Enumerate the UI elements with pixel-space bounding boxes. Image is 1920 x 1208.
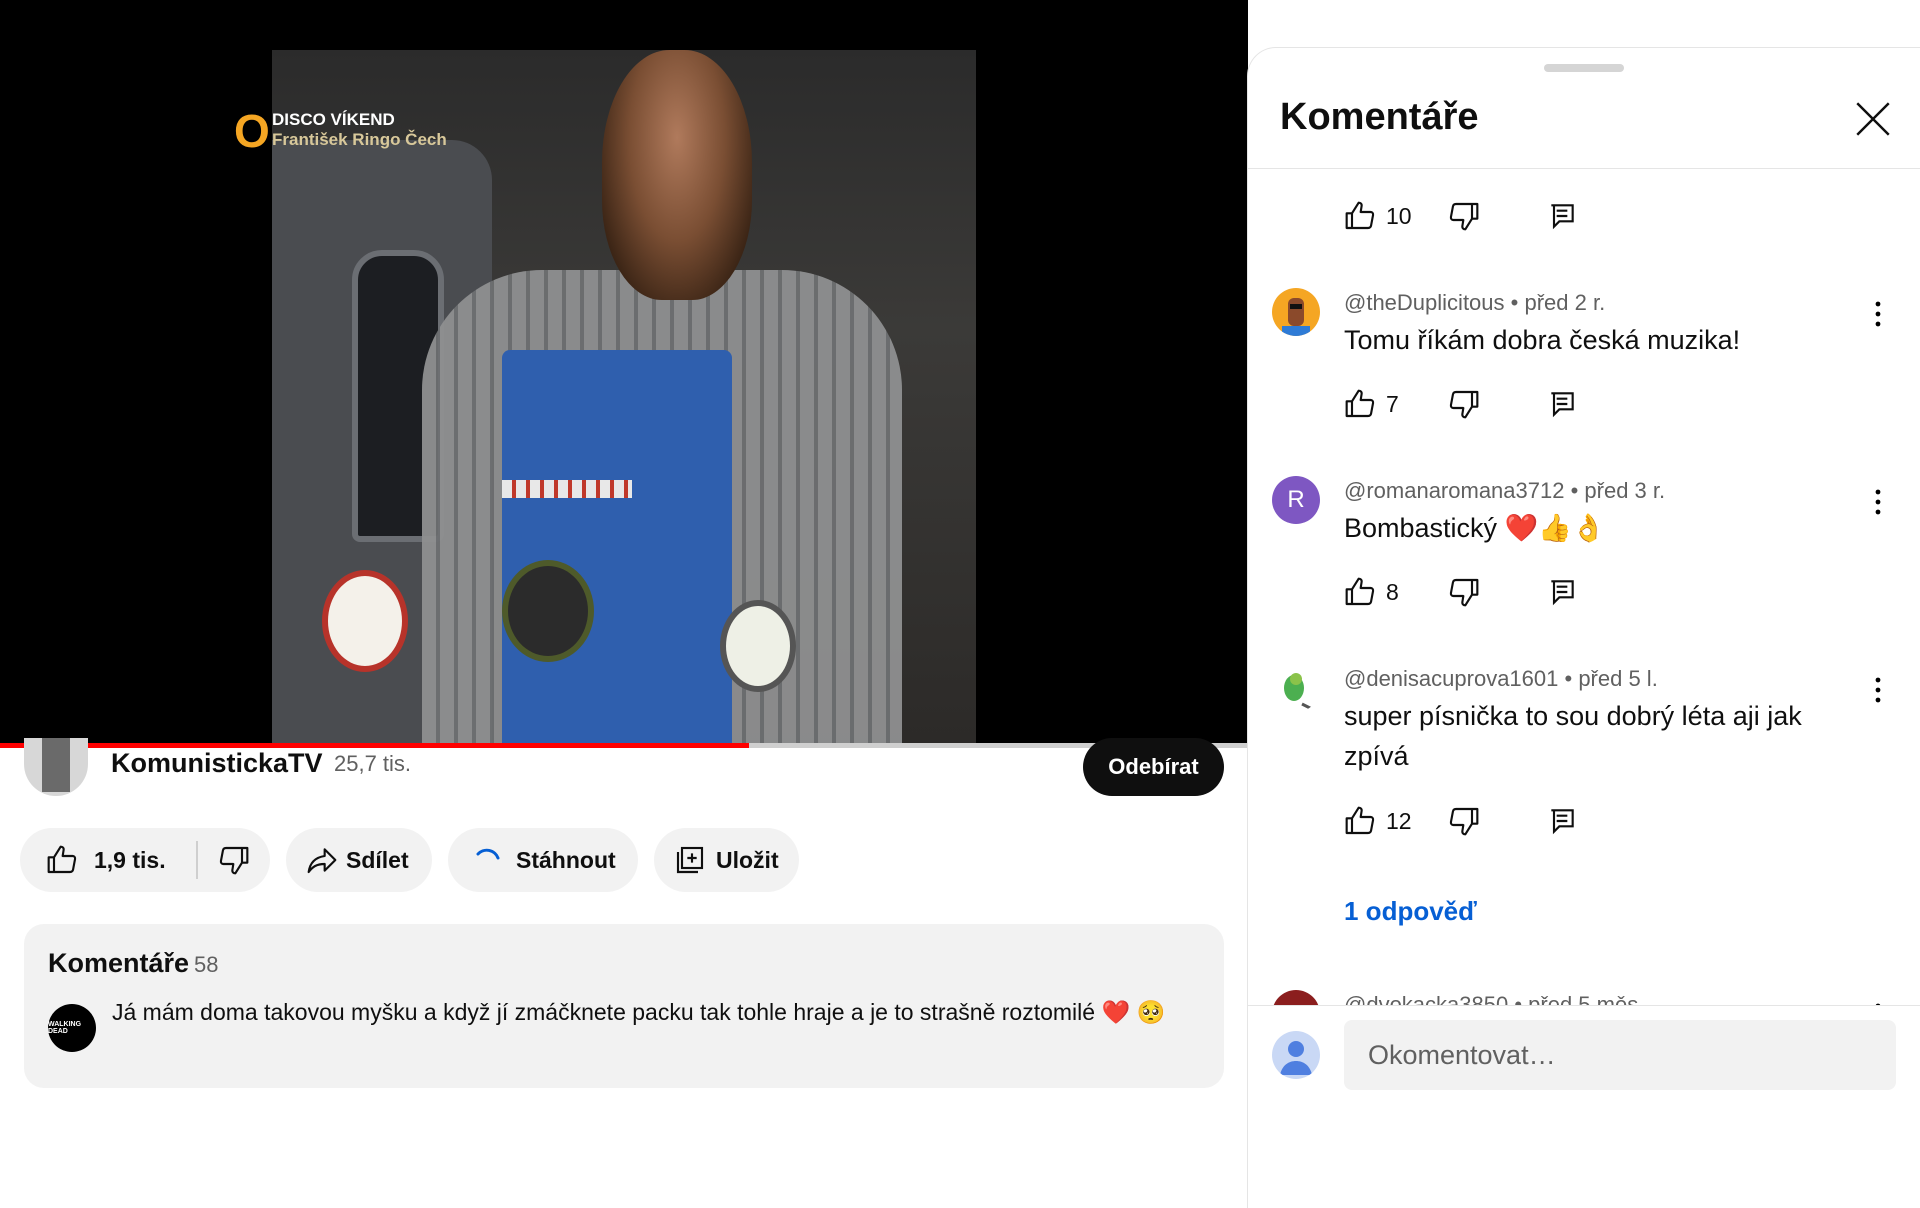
subscriber-count: 25,7 tis. bbox=[334, 751, 412, 776]
comment-time: před 3 r. bbox=[1584, 478, 1666, 503]
video-scene-overall bbox=[502, 350, 732, 746]
download-button[interactable]: Stáhnout bbox=[448, 828, 638, 892]
comments-teaser-title: Komentáře bbox=[48, 948, 190, 978]
commenter-avatar[interactable] bbox=[1272, 664, 1320, 712]
comment-action-row: 10 bbox=[1344, 196, 1578, 236]
channel-avatar[interactable] bbox=[24, 738, 88, 796]
video-player[interactable]: O DISCO VÍKEND František Ringo Čech bbox=[0, 0, 1248, 746]
comment-text: Bombastický ❤️👍👌 bbox=[1344, 513, 1606, 543]
comment-time: před 5 měs. bbox=[1528, 992, 1645, 1006]
thumbs-down-icon[interactable] bbox=[1448, 388, 1480, 420]
horse-avatar-icon bbox=[1282, 298, 1310, 336]
like-count: 1,9 tis. bbox=[94, 846, 166, 873]
channel-logo-icon: O bbox=[234, 105, 270, 157]
share-label: Sdílet bbox=[346, 846, 409, 873]
subscribe-button[interactable]: Odebírat bbox=[1083, 738, 1224, 796]
drag-handle[interactable] bbox=[1544, 64, 1624, 72]
thumbs-up-icon bbox=[47, 845, 77, 874]
more-options-icon[interactable] bbox=[1866, 486, 1890, 518]
commenter-avatar[interactable] bbox=[1272, 288, 1320, 336]
panel-input-divider bbox=[1248, 1005, 1920, 1006]
reply-icon[interactable] bbox=[1546, 388, 1578, 420]
thumbs-up-icon[interactable] bbox=[1344, 576, 1376, 608]
comment-author[interactable]: @denisacuprova1601 bbox=[1344, 666, 1558, 691]
video-scene-stripe bbox=[502, 480, 632, 498]
teaser-comment-text: Já mám doma takovou myšku a když jí zmáč… bbox=[112, 999, 1166, 1025]
comment-input[interactable]: Okomentovat… bbox=[1344, 1020, 1896, 1090]
comments-panel-title: Komentáře bbox=[1280, 96, 1479, 138]
close-icon[interactable] bbox=[1852, 98, 1894, 140]
kebab-icon bbox=[1875, 301, 1881, 327]
kebab-icon bbox=[1875, 677, 1881, 703]
thumbs-up-icon[interactable] bbox=[1344, 388, 1376, 420]
add-to-playlist-icon bbox=[676, 846, 704, 874]
comment-meta: @romanaromana3712 • před 3 r. bbox=[1344, 478, 1666, 503]
video-overlay-subtitle: František Ringo Čech bbox=[272, 130, 447, 149]
thumbs-down-icon[interactable] bbox=[1448, 576, 1480, 608]
share-button[interactable]: Sdílet bbox=[286, 828, 432, 892]
partial-comment-clip: @dvokacka3850 • před 5 měs. bbox=[1248, 828, 1920, 1006]
person-icon bbox=[1280, 1041, 1312, 1075]
dislike-button[interactable] bbox=[198, 844, 250, 876]
comment-like-count: 7 bbox=[1386, 390, 1399, 417]
thumbs-down-icon[interactable] bbox=[1448, 200, 1480, 232]
comment-meta: @dvokacka3850 • před 5 měs. bbox=[1344, 992, 1644, 1006]
parrot-avatar-icon bbox=[1284, 673, 1315, 712]
comment-text: super písnička to sou dobrý léta aji jak… bbox=[1344, 701, 1802, 771]
like-button[interactable]: 1,9 tis. bbox=[20, 844, 196, 876]
save-button[interactable]: Uložit bbox=[654, 828, 799, 892]
comments-teaser-count: 58 bbox=[194, 952, 219, 977]
reply-icon[interactable] bbox=[1546, 200, 1578, 232]
save-label: Uložit bbox=[716, 846, 779, 873]
comments-teaser[interactable]: Komentáře 58 WALKING DEAD Já mám doma ta… bbox=[24, 924, 1224, 1088]
video-frame bbox=[272, 50, 976, 746]
download-progress-icon bbox=[476, 848, 500, 860]
comment-meta: @denisacuprova1601 • před 5 l. bbox=[1344, 666, 1658, 691]
more-options-icon[interactable] bbox=[1866, 674, 1890, 706]
comment-time: před 2 r. bbox=[1524, 290, 1606, 315]
download-label: Stáhnout bbox=[516, 846, 616, 873]
like-dislike-pill: 1,9 tis. bbox=[20, 828, 270, 892]
reply-icon[interactable] bbox=[1546, 576, 1578, 608]
comment-meta: @theDuplicitous • před 2 r. bbox=[1344, 290, 1606, 315]
user-avatar[interactable] bbox=[1272, 1031, 1320, 1079]
comment-author[interactable]: @romanaromana3712 bbox=[1344, 478, 1564, 503]
thumbs-up-icon[interactable] bbox=[1344, 200, 1376, 232]
video-overlay-title: DISCO VÍKEND bbox=[272, 110, 395, 129]
alarm-clock-left bbox=[322, 570, 408, 672]
video-scene-head bbox=[602, 50, 752, 300]
teaser-commenter-avatar: WALKING DEAD bbox=[48, 1004, 96, 1052]
more-options-icon[interactable] bbox=[1866, 298, 1890, 330]
comment-action-row: 8 bbox=[1344, 572, 1578, 612]
channel-name[interactable]: KomunistickaTV bbox=[111, 748, 323, 779]
comments-panel: Komentáře 10 @theDuplicitous • před 2 r.… bbox=[1248, 48, 1920, 1208]
kebab-icon bbox=[1875, 489, 1881, 515]
comment-time: před 5 l. bbox=[1578, 666, 1658, 691]
comment-author[interactable]: @theDuplicitous bbox=[1344, 290, 1505, 315]
panel-header-divider bbox=[1248, 168, 1920, 169]
share-icon bbox=[307, 848, 337, 874]
commenter-avatar[interactable]: R bbox=[1272, 476, 1320, 524]
thumbs-down-icon bbox=[219, 846, 249, 875]
alarm-clock-right bbox=[720, 600, 796, 692]
commenter-avatar[interactable] bbox=[1272, 990, 1320, 1006]
alarm-clock-center bbox=[502, 560, 594, 662]
comment-action-row: 7 bbox=[1344, 384, 1578, 424]
comment-like-count: 10 bbox=[1386, 202, 1412, 229]
comment-text: Tomu říkám dobra česká muzika! bbox=[1344, 325, 1741, 355]
comment-author[interactable]: @dvokacka3850 bbox=[1344, 992, 1508, 1006]
comment-like-count: 8 bbox=[1386, 578, 1399, 605]
